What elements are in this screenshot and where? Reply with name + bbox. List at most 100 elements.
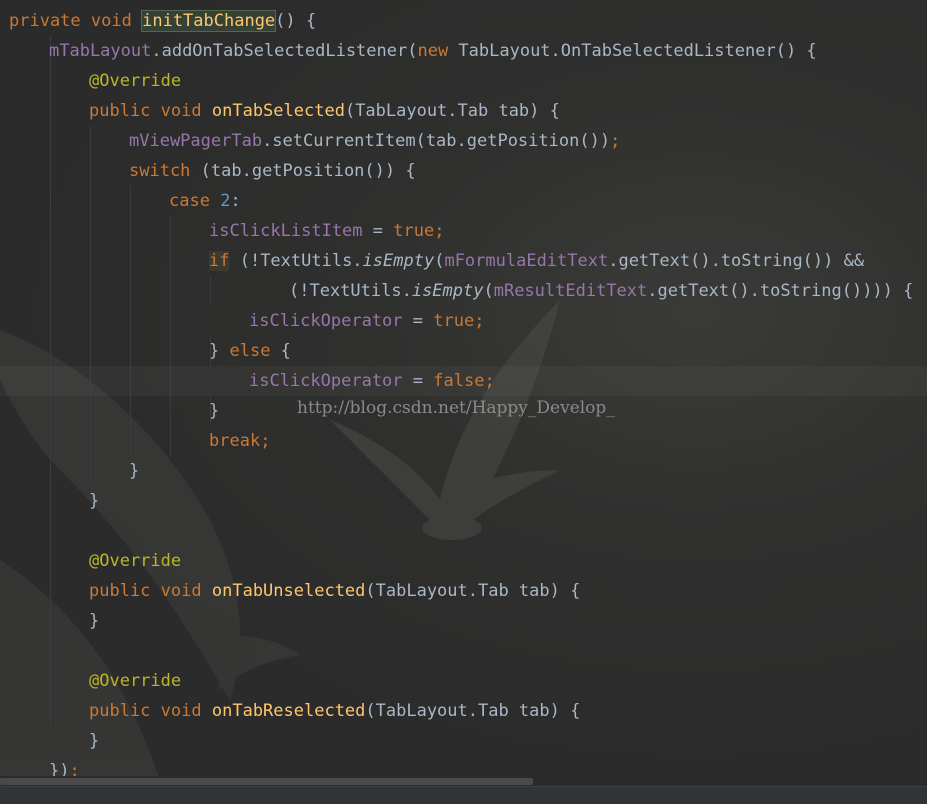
code-token: public — [89, 701, 151, 721]
code-token: } — [209, 341, 230, 361]
code-token: } — [89, 731, 100, 751]
code-line[interactable]: case 2: — [0, 186, 927, 216]
code-token: @Override — [89, 671, 182, 691]
code-token: void — [90, 11, 132, 31]
code-token: = — [402, 371, 434, 391]
code-line[interactable]: } — [0, 726, 927, 756]
code-token: ; — [474, 311, 485, 331]
code-line[interactable]: public void onTabSelected(TabLayout.Tab … — [0, 96, 927, 126]
code-token: false — [433, 371, 485, 391]
code-token: ; — [610, 131, 621, 151]
code-token: mResultEditText — [493, 281, 648, 301]
code-token: { — [270, 341, 291, 361]
code-token: mViewPagerTab — [129, 131, 263, 151]
code-token: .getText().toString()))) { — [647, 281, 914, 301]
code-line[interactable]: @Override — [0, 546, 927, 576]
scrollbar-thumb[interactable] — [0, 778, 533, 785]
code-line[interactable]: } — [0, 606, 927, 636]
code-token: true — [433, 311, 475, 331]
code-line[interactable]: break; — [0, 426, 927, 456]
code-token: () { — [275, 11, 317, 31]
code-token: ; — [484, 371, 495, 391]
code-line[interactable]: public void onTabUnselected(TabLayout.Ta… — [0, 576, 927, 606]
code-token: void — [160, 581, 202, 601]
code-token: onTabUnselected — [211, 581, 366, 601]
code-token: : — [230, 191, 241, 211]
code-line[interactable]: mViewPagerTab.setCurrentItem(tab.getPosi… — [0, 126, 927, 156]
code-token: } — [89, 611, 100, 631]
code-token: @Override — [89, 551, 182, 571]
code-line[interactable] — [0, 636, 927, 666]
code-token: new — [417, 41, 449, 61]
code-line[interactable]: switch (tab.getPosition()) { — [0, 156, 927, 186]
code-token: @Override — [89, 71, 182, 91]
code-token: ; — [434, 221, 445, 241]
code-token: } — [129, 461, 140, 481]
code-token: (TabLayout.Tab tab) { — [344, 101, 560, 121]
code-token: public — [89, 101, 151, 121]
code-token: TabLayout.OnTabSelectedListener() { — [448, 41, 817, 61]
code-token: true — [393, 221, 435, 241]
watermark-url: http://blog.csdn.net/Happy_Develop_ — [297, 398, 615, 418]
code-token: .setCurrentItem(tab.getPosition()) — [262, 131, 611, 151]
code-token: .addOnTabSelectedListener( — [151, 41, 418, 61]
code-token: 2 — [220, 191, 231, 211]
code-token: = — [402, 311, 434, 331]
code-token: if — [209, 251, 230, 271]
code-line[interactable]: @Override — [0, 666, 927, 696]
code-editor[interactable]: private void initTabChange() {mTabLayout… — [0, 0, 927, 780]
code-token: void — [160, 101, 202, 121]
code-token: (TabLayout.Tab tab) { — [365, 701, 581, 721]
code-token: void — [160, 701, 202, 721]
code-token: (!TextUtils. — [289, 281, 412, 301]
code-token: (tab.getPosition()) { — [190, 161, 416, 181]
code-line[interactable]: isClickListItem = true; — [0, 216, 927, 246]
code-token: = — [362, 221, 394, 241]
code-line[interactable]: if (!TextUtils.isEmpty(mFormulaEditText.… — [0, 246, 927, 276]
code-token: onTabReselected — [211, 701, 366, 721]
code-line[interactable] — [0, 516, 927, 546]
code-line[interactable]: (!TextUtils.isEmpty(mResultEditText.getT… — [0, 276, 927, 306]
code-line[interactable]: } — [0, 456, 927, 486]
code-token: } — [209, 401, 220, 421]
code-token: public — [89, 581, 151, 601]
code-token: switch — [129, 161, 191, 181]
code-token: onTabSelected — [211, 101, 345, 121]
code-token: ; — [260, 431, 271, 451]
code-line[interactable]: isClickOperator = true; — [0, 306, 927, 336]
code-token: (!TextUtils. — [229, 251, 363, 271]
code-line[interactable]: mTabLayout.addOnTabSelectedListener(new … — [0, 36, 927, 66]
code-token: (TabLayout.Tab tab) { — [365, 581, 581, 601]
code-token: isEmpty — [362, 251, 435, 271]
horizontal-scrollbar[interactable] — [0, 776, 927, 786]
code-token: isClickOperator — [249, 311, 403, 331]
code-token: isEmpty — [411, 281, 484, 301]
code-line[interactable]: } — [0, 486, 927, 516]
code-token: isClickListItem — [209, 221, 363, 241]
code-token: isClickOperator — [249, 371, 403, 391]
code-token: mTabLayout — [49, 41, 152, 61]
code-token: ( — [483, 281, 494, 301]
code-line[interactable]: @Override — [0, 66, 927, 96]
status-bar — [0, 786, 927, 804]
code-line[interactable]: } else { — [0, 336, 927, 366]
code-token: break — [209, 431, 261, 451]
code-token: } — [89, 491, 100, 511]
code-token: .getText().toString()) && — [608, 251, 865, 271]
code-token: case — [169, 191, 210, 211]
code-line[interactable]: public void onTabReselected(TabLayout.Ta… — [0, 696, 927, 726]
code-token: mFormulaEditText — [444, 251, 609, 271]
code-token: private — [9, 11, 81, 31]
code-line[interactable]: private void initTabChange() { — [0, 6, 927, 36]
code-token: ( — [434, 251, 445, 271]
code-line[interactable]: isClickOperator = false; — [0, 366, 927, 396]
